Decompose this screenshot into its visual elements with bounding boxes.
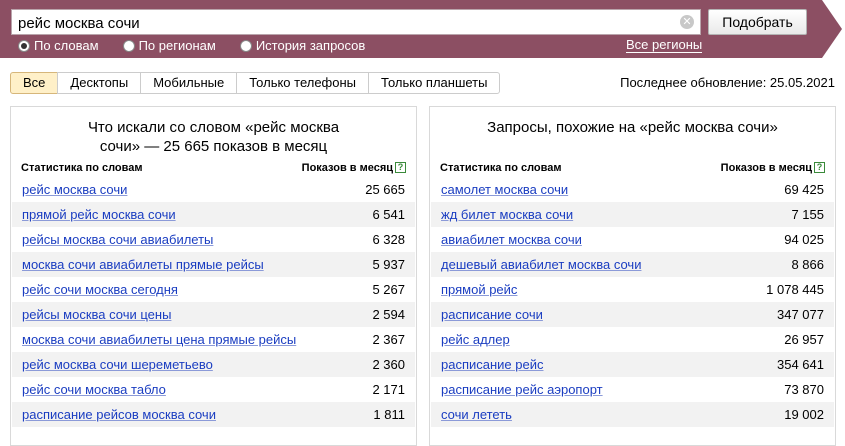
- last-update-text: Последнее обновление: 25.05.2021: [620, 75, 835, 90]
- clear-icon[interactable]: ✕: [680, 15, 694, 29]
- search-mode-group: По словам По регионам История запросов: [18, 38, 389, 53]
- table-row: расписание рейс 354 641: [431, 352, 834, 377]
- table-row: сочи лететь 19 002: [431, 402, 834, 427]
- panel-title: Что искали со словом «рейс москва сочи» …: [11, 107, 416, 159]
- keyword-link[interactable]: прямой рейс: [441, 277, 517, 302]
- keyword-link[interactable]: москва сочи авиабилеты цена прямые рейсы: [22, 327, 296, 352]
- keyword-link[interactable]: сочи лететь: [441, 402, 512, 427]
- tab-tablets-only[interactable]: Только планшеты: [368, 72, 501, 94]
- keyword-link[interactable]: рейс сочи москва табло: [22, 377, 166, 402]
- all-regions-link[interactable]: Все регионы: [626, 38, 703, 53]
- table-row: рейс сочи москва сегодня 5 267: [12, 277, 415, 302]
- keyword-link[interactable]: рейс москва сочи шереметьево: [22, 352, 213, 377]
- column-header-count: Показов в месяц?: [721, 159, 825, 177]
- mode-by-words[interactable]: По словам: [18, 38, 99, 53]
- panel-title: Запросы, похожие на «рейс москва сочи»: [430, 107, 835, 159]
- keyword-link[interactable]: рейс сочи москва сегодня: [22, 277, 178, 302]
- table-row: прямой рейс 1 078 445: [431, 277, 834, 302]
- impressions-count: 5 937: [372, 257, 405, 272]
- impressions-count: 1 811: [373, 407, 405, 422]
- keyword-link[interactable]: рейсы москва сочи авиабилеты: [22, 227, 213, 252]
- mode-by-regions[interactable]: По регионам: [122, 38, 216, 53]
- word-stats-panel: Что искали со словом «рейс москва сочи» …: [10, 106, 417, 446]
- panel-title-line: Что искали со словом «рейс москва: [87, 119, 340, 136]
- radio-icon[interactable]: [122, 39, 135, 52]
- table-header: Статистика по словам Показов в месяц?: [440, 159, 825, 177]
- search-input[interactable]: [11, 9, 701, 35]
- column-header-count: Показов в месяц?: [302, 159, 406, 177]
- impressions-count: 347 077: [777, 307, 824, 322]
- impressions-count: 5 267: [372, 282, 405, 297]
- keyword-link[interactable]: расписание сочи: [441, 302, 543, 327]
- impressions-count: 8 866: [791, 257, 824, 272]
- table-row: жд билет москва сочи 7 155: [431, 202, 834, 227]
- tab-mobile[interactable]: Мобильные: [140, 72, 238, 94]
- impressions-count: 1 078 445: [766, 282, 824, 297]
- impressions-count: 19 002: [784, 407, 824, 422]
- keyword-link[interactable]: авиабилет москва сочи: [441, 227, 582, 252]
- mode-history[interactable]: История запросов: [239, 38, 366, 53]
- table-row: рейс сочи москва табло 2 171: [12, 377, 415, 402]
- similar-queries-panel: Запросы, похожие на «рейс москва сочи» С…: [429, 106, 836, 446]
- table-row: прямой рейс москва сочи 6 541: [12, 202, 415, 227]
- table-row: рейс адлер 26 957: [431, 327, 834, 352]
- submit-button[interactable]: Подобрать: [708, 9, 807, 35]
- impressions-count: 69 425: [784, 182, 824, 197]
- table-body: самолет москва сочи 69 425 жд билет москва…: [431, 177, 834, 427]
- impressions-count: 354 641: [777, 357, 824, 372]
- keyword-link[interactable]: дешевый авиабилет москва сочи: [441, 252, 641, 277]
- keyword-link[interactable]: жд билет москва сочи: [441, 202, 573, 227]
- table-body: рейс москва сочи 25 665 прямой рейс москва…: [12, 177, 415, 427]
- keyword-link[interactable]: рейс москва сочи: [22, 177, 127, 202]
- table-row: рейсы москва сочи цены 2 594: [12, 302, 415, 327]
- keyword-link[interactable]: расписание рейсов москва сочи: [22, 402, 216, 427]
- impressions-count: 2 594: [372, 307, 405, 322]
- impressions-count: 7 155: [791, 207, 824, 222]
- radio-icon[interactable]: [239, 39, 252, 52]
- radio-selected-icon[interactable]: [18, 39, 30, 52]
- impressions-count: 2 367: [372, 332, 405, 347]
- table-row: расписание рейс аэропорт 73 870: [431, 377, 834, 402]
- device-tabs: Все Десктопы Мобильные Только телефоны Т…: [10, 72, 501, 94]
- mode-label: По словам: [34, 38, 99, 53]
- table-row: рейс москва сочи 25 665: [12, 177, 415, 202]
- mode-label: По регионам: [138, 38, 216, 53]
- impressions-count: 6 328: [372, 232, 405, 247]
- help-icon[interactable]: ?: [395, 162, 406, 173]
- impressions-count: 25 665: [365, 182, 405, 197]
- table-row: самолет москва сочи 69 425: [431, 177, 834, 202]
- panel-title-line: Запросы, похожие на «рейс москва сочи»: [487, 119, 778, 136]
- keyword-link[interactable]: рейс адлер: [441, 327, 510, 352]
- panel-title-line: сочи» — 25 665 показов в месяц: [99, 138, 328, 155]
- keyword-link[interactable]: самолет москва сочи: [441, 177, 568, 202]
- column-header-phrase: Статистика по словам: [21, 162, 143, 174]
- impressions-count: 26 957: [784, 332, 824, 347]
- table-row: рейсы москва сочи авиабилеты 6 328: [12, 227, 415, 252]
- column-header-phrase: Статистика по словам: [440, 162, 562, 174]
- help-icon[interactable]: ?: [814, 162, 825, 173]
- tab-desktops[interactable]: Десктопы: [57, 72, 142, 94]
- table-row: расписание рейсов москва сочи 1 811: [12, 402, 415, 427]
- table-row: рейс москва сочи шереметьево 2 360: [12, 352, 415, 377]
- mode-label: История запросов: [255, 38, 366, 53]
- keyword-link[interactable]: москва сочи авиабилеты прямые рейсы: [22, 252, 264, 277]
- keyword-link[interactable]: расписание рейс: [441, 352, 544, 377]
- keyword-link[interactable]: рейсы москва сочи цены: [22, 302, 171, 327]
- table-row: расписание сочи 347 077: [431, 302, 834, 327]
- keyword-link[interactable]: расписание рейс аэропорт: [441, 377, 603, 402]
- table-row: москва сочи авиабилеты цена прямые рейсы…: [12, 327, 415, 352]
- table-row: авиабилет москва сочи 94 025: [431, 227, 834, 252]
- tab-phones-only[interactable]: Только телефоны: [236, 72, 370, 94]
- impressions-count: 6 541: [372, 207, 405, 222]
- impressions-count: 2 360: [372, 357, 405, 372]
- table-row: дешевый авиабилет москва сочи 8 866: [431, 252, 834, 277]
- table-row: москва сочи авиабилеты прямые рейсы 5 937: [12, 252, 415, 277]
- search-bar-area: ✕ Подобрать По словам По регионам Истори…: [0, 0, 845, 58]
- impressions-count: 2 171: [372, 382, 405, 397]
- keyword-link[interactable]: прямой рейс москва сочи: [22, 202, 176, 227]
- table-header: Статистика по словам Показов в месяц?: [21, 159, 406, 177]
- impressions-count: 73 870: [784, 382, 824, 397]
- tab-all[interactable]: Все: [10, 72, 59, 94]
- impressions-count: 94 025: [784, 232, 824, 247]
